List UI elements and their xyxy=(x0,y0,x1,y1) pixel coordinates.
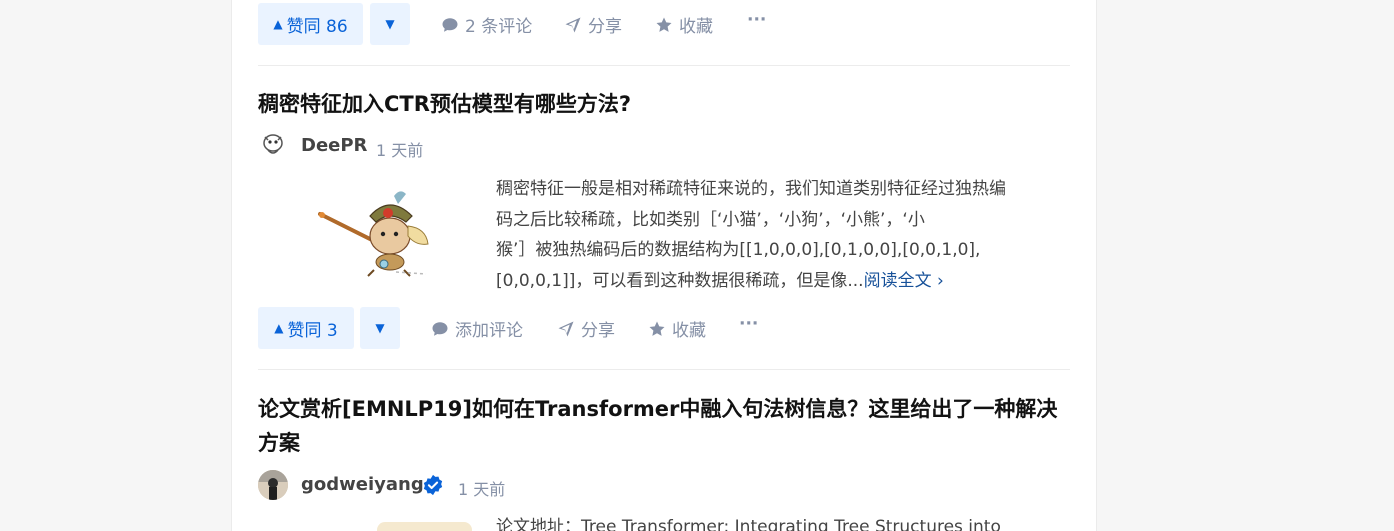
favorite-label: 收藏 xyxy=(679,17,713,37)
triangle-up-icon: ▲ xyxy=(274,321,284,335)
item-title[interactable]: 论文赏析[EMNLP19]如何在Transformer中融入句法树信息？这里给出… xyxy=(258,392,1070,460)
share-label: 分享 xyxy=(581,321,615,341)
downvote-button[interactable]: ▼ xyxy=(360,307,400,349)
favorite-label: 收藏 xyxy=(672,321,706,341)
divider xyxy=(258,369,1070,370)
more-button[interactable]: ··· xyxy=(747,10,766,30)
more-dots-icon: ··· xyxy=(739,314,759,334)
excerpt-line: 猴’］被独热编码后的数据结构为[[1,0,0,0],[0,1,0,0],[0,0… xyxy=(496,240,981,260)
excerpt-line-text: [0,0,0,1]]，可以看到这种数据很稀疏，但是像... xyxy=(496,270,864,291)
favorite-button[interactable]: 收藏 xyxy=(648,316,706,341)
share-button[interactable]: 分享 xyxy=(557,316,615,341)
feed-card: ▲ 赞同 86 ▼ 2 条评论 分享 收藏 ··· 稠密特征加入CTR预估模型有… xyxy=(231,0,1097,531)
verified-badge-icon xyxy=(422,474,444,500)
excerpt-line: 稠密特征一般是相对稀疏特征来说的，我们知道类别特征经过独热编 xyxy=(496,179,1006,199)
paper-plane-icon xyxy=(564,16,582,34)
triangle-down-icon: ▼ xyxy=(385,17,395,31)
downvote-button[interactable]: ▼ xyxy=(370,3,410,45)
star-icon xyxy=(655,16,673,34)
triangle-up-icon: ▲ xyxy=(273,17,283,31)
excerpt-line: [0,0,0,1]]，可以看到这种数据很稀疏，但是像...阅读全文 › xyxy=(496,266,1070,297)
upvote-button[interactable]: ▲ 赞同 86 xyxy=(258,3,363,45)
answer-excerpt[interactable]: 稠密特征一般是相对稀疏特征来说的，我们知道类别特征经过独热编 码之后比较稀疏，比… xyxy=(496,174,1070,296)
upvote-button[interactable]: ▲ 赞同 3 xyxy=(258,307,354,349)
answer-excerpt[interactable]: 论文地址：Tree Transformer: Integrating Tree … xyxy=(496,512,1070,531)
share-label: 分享 xyxy=(588,17,622,37)
triangle-down-icon: ▼ xyxy=(375,321,385,335)
post-time: 1 天前 xyxy=(376,141,424,160)
upvote-label: 赞同 86 xyxy=(286,16,348,37)
comment-icon xyxy=(441,16,459,34)
post-time: 1 天前 xyxy=(458,480,506,499)
thumbnail-image[interactable] xyxy=(377,522,472,531)
comments-button[interactable]: 2 条评论 xyxy=(441,12,532,37)
thumbnail-image[interactable] xyxy=(318,186,438,278)
avatar[interactable] xyxy=(258,131,288,161)
paper-plane-icon xyxy=(557,320,575,338)
upvote-label: 赞同 3 xyxy=(287,320,338,341)
more-button[interactable]: ··· xyxy=(739,314,758,334)
star-icon xyxy=(648,320,666,338)
comment-icon xyxy=(431,320,449,338)
author-name[interactable]: DeePR xyxy=(301,135,367,156)
author-name[interactable]: godweiyang xyxy=(301,474,424,495)
item-title[interactable]: 稠密特征加入CTR预估模型有哪些方法? xyxy=(258,87,1070,121)
comments-label: 添加评论 xyxy=(455,321,523,341)
favorite-button[interactable]: 收藏 xyxy=(655,12,713,37)
comments-label: 2 条评论 xyxy=(465,17,533,37)
excerpt-line: 码之后比较稀疏，比如类别［‘小猫’，‘小狗’，‘小熊’，‘小 xyxy=(496,209,925,230)
add-comment-button[interactable]: 添加评论 xyxy=(431,316,523,341)
more-dots-icon: ··· xyxy=(747,10,767,30)
divider xyxy=(258,65,1070,66)
read-more-link[interactable]: 阅读全文 › xyxy=(864,271,944,291)
share-button[interactable]: 分享 xyxy=(564,12,622,37)
avatar[interactable] xyxy=(258,470,288,500)
